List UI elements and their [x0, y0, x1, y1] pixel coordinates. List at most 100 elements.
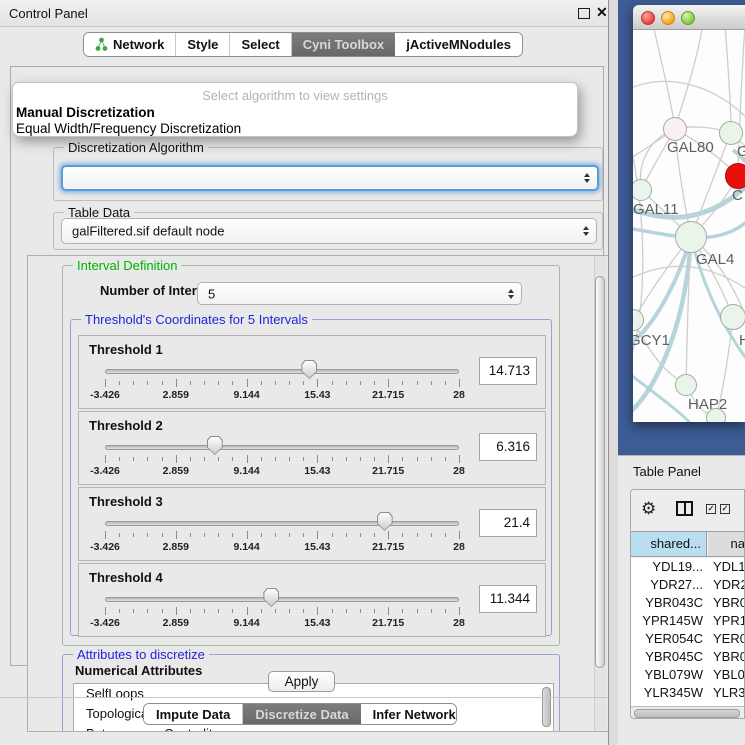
table-panel-area: Table Panel ⚙ ✓ ✓ shared... na YDL19...Y… — [618, 455, 745, 745]
threshold-value-field[interactable]: 6.316 — [479, 433, 537, 461]
cell-name[interactable]: YLR3 — [713, 684, 744, 702]
columns-icon[interactable] — [676, 501, 693, 516]
bottom-tab-discretize-data[interactable]: Discretize Data — [243, 704, 360, 724]
threshold-box-1: Threshold 1-3.4262.8599.14415.4321.71528… — [78, 335, 546, 409]
cell-shared-name[interactable]: YBR043C — [631, 594, 703, 612]
cell-shared-name[interactable]: YLR345W — [631, 684, 703, 702]
close-icon[interactable]: ✕ — [596, 4, 608, 21]
apply-button[interactable]: Apply — [268, 671, 335, 692]
tab-label: Impute Data — [156, 707, 230, 722]
slider-ticks — [105, 531, 459, 540]
float-window-icon[interactable] — [578, 8, 590, 19]
slider-track[interactable] — [105, 369, 459, 374]
threshold-value-field[interactable]: 11.344 — [479, 585, 537, 613]
network-node-hap2[interactable] — [675, 374, 697, 396]
network-node-ga[interactable] — [719, 121, 743, 145]
combo-stepper-icon — [508, 289, 514, 299]
cell-name[interactable]: YDR2 — [713, 576, 744, 594]
table-row[interactable]: YDR27... YDR2 — [631, 576, 744, 594]
cell-shared-name[interactable]: YDL19... — [631, 558, 703, 576]
cell-shared-name[interactable]: YBL079W — [631, 666, 703, 684]
threshold-value-field[interactable]: 21.4 — [479, 509, 537, 537]
table-panel-title: Table Panel — [633, 464, 701, 479]
threshold-value-field[interactable]: 14.713 — [479, 357, 537, 385]
settings-scroll-panel: Interval Definition Number of Intervals … — [27, 255, 609, 732]
threshold-label: Threshold 4 — [89, 570, 163, 585]
attribute-list-item[interactable]: BetweennessCentrality — [74, 724, 553, 732]
cell-shared-name[interactable]: YPR145W — [631, 612, 703, 630]
tab-network[interactable]: Network — [84, 33, 176, 56]
cell-shared-name[interactable]: YER054C — [631, 630, 703, 648]
zoom-traffic-light[interactable] — [681, 11, 695, 25]
checkbox-icon[interactable]: ✓ — [720, 504, 730, 514]
bottom-tab-impute-data[interactable]: Impute Data — [144, 704, 243, 724]
threshold-label: Threshold 3 — [89, 494, 163, 509]
gear-icon[interactable]: ⚙ — [641, 499, 656, 519]
cell-name[interactable]: YER0 — [713, 630, 744, 648]
table-row[interactable]: YPR145W YPR1 — [631, 612, 744, 630]
slider-track[interactable] — [105, 521, 459, 526]
slider-thumb[interactable] — [207, 436, 223, 455]
cell-shared-name[interactable]: YBR045C — [631, 648, 703, 666]
checkbox-icon[interactable]: ✓ — [706, 504, 716, 514]
tab-jactivemnodules[interactable]: jActiveMNodules — [395, 33, 522, 56]
network-node-gal4[interactable] — [675, 221, 707, 253]
slider-track[interactable] — [105, 597, 459, 602]
node-label: H — [739, 332, 745, 349]
algorithm-combobox[interactable] — [61, 165, 599, 191]
node-label: GCY1 — [633, 332, 670, 349]
column-header-shared-name[interactable]: shared... — [631, 532, 707, 556]
table-data-combobox[interactable]: galFiltered.sif default node — [61, 218, 597, 244]
discretization-algorithm-label: Discretization Algorithm — [64, 140, 208, 155]
slider-ticks — [105, 607, 459, 616]
network-node-gal80[interactable] — [663, 117, 687, 141]
minimize-traffic-light[interactable] — [661, 11, 675, 25]
network-canvas[interactable]: GAL80GACGAL11GAL4GCY1HHAP2 — [633, 30, 745, 422]
tab-label: Style — [187, 37, 218, 52]
slider-thumb[interactable] — [301, 360, 317, 379]
network-node-h[interactable] — [720, 304, 745, 330]
threshold-label: Threshold 2 — [89, 418, 163, 433]
network-node-c[interactable] — [725, 163, 745, 189]
attributes-group-label: Attributes to discretize — [73, 647, 209, 662]
horizontal-scrollbar-thumb[interactable] — [634, 709, 740, 718]
number-of-intervals-combobox[interactable]: 5 — [197, 282, 522, 305]
thresholds-group-label: Threshold's Coordinates for 5 Intervals — [81, 312, 312, 327]
table-row[interactable]: YBR045C YBR0 — [631, 648, 744, 666]
table-row[interactable]: YER054C YER0 — [631, 630, 744, 648]
table-row[interactable]: YDL19... YDL1 — [631, 558, 744, 576]
table-row[interactable]: YLR345W YLR3 — [631, 684, 744, 702]
vertical-scrollbar-track[interactable] — [594, 256, 607, 731]
cell-name[interactable]: YBL0 — [713, 666, 744, 684]
control-panel-titlebar: Control Panel ✕ — [0, 0, 608, 27]
vertical-scrollbar-thumb[interactable] — [595, 276, 605, 668]
cell-name[interactable]: YPR1 — [713, 612, 744, 630]
slider-thumb[interactable] — [377, 512, 393, 531]
close-traffic-light[interactable] — [641, 11, 655, 25]
tab-cyni-toolbox[interactable]: Cyni Toolbox — [292, 33, 395, 56]
cell-shared-name[interactable]: YDR27... — [631, 576, 703, 594]
algorithm-option-equal-width[interactable]: Equal Width/Frequency Discretization — [16, 121, 241, 136]
network-view-window: GAL80GACGAL11GAL4GCY1HHAP2 — [633, 5, 745, 422]
algorithm-option-manual[interactable]: Manual Discretization — [16, 105, 155, 120]
bottom-tab-infer-network[interactable]: Infer Network — [361, 704, 457, 724]
cell-name[interactable]: YBR0 — [713, 594, 744, 612]
algorithm-hint-text: Select algorithm to view settings — [13, 88, 577, 103]
slider-scale-labels: -3.4262.8599.14415.4321.71528 — [105, 389, 459, 402]
combo-stepper-icon — [584, 173, 590, 183]
table-row[interactable]: YBR043C YBR0 — [631, 594, 744, 612]
network-node[interactable] — [706, 408, 726, 422]
list-scrollbar-thumb[interactable] — [542, 687, 551, 727]
slider-thumb[interactable] — [263, 588, 279, 607]
network-window-titlebar[interactable] — [633, 5, 745, 30]
horizontal-scrollbar-track[interactable] — [631, 706, 744, 719]
slider-scale-labels: -3.4262.8599.14415.4321.71528 — [105, 541, 459, 554]
table-row[interactable]: YBL079W YBL0 — [631, 666, 744, 684]
slider-track[interactable] — [105, 445, 459, 450]
tab-style[interactable]: Style — [176, 33, 230, 56]
cell-name[interactable]: YDL1 — [713, 558, 744, 576]
cell-name[interactable]: YBR0 — [713, 648, 744, 666]
column-header-name[interactable]: na — [708, 532, 745, 556]
table-panel-box: ⚙ ✓ ✓ shared... na YDL19...YDL1YDR27...Y… — [630, 489, 745, 719]
tab-select[interactable]: Select — [230, 33, 291, 56]
